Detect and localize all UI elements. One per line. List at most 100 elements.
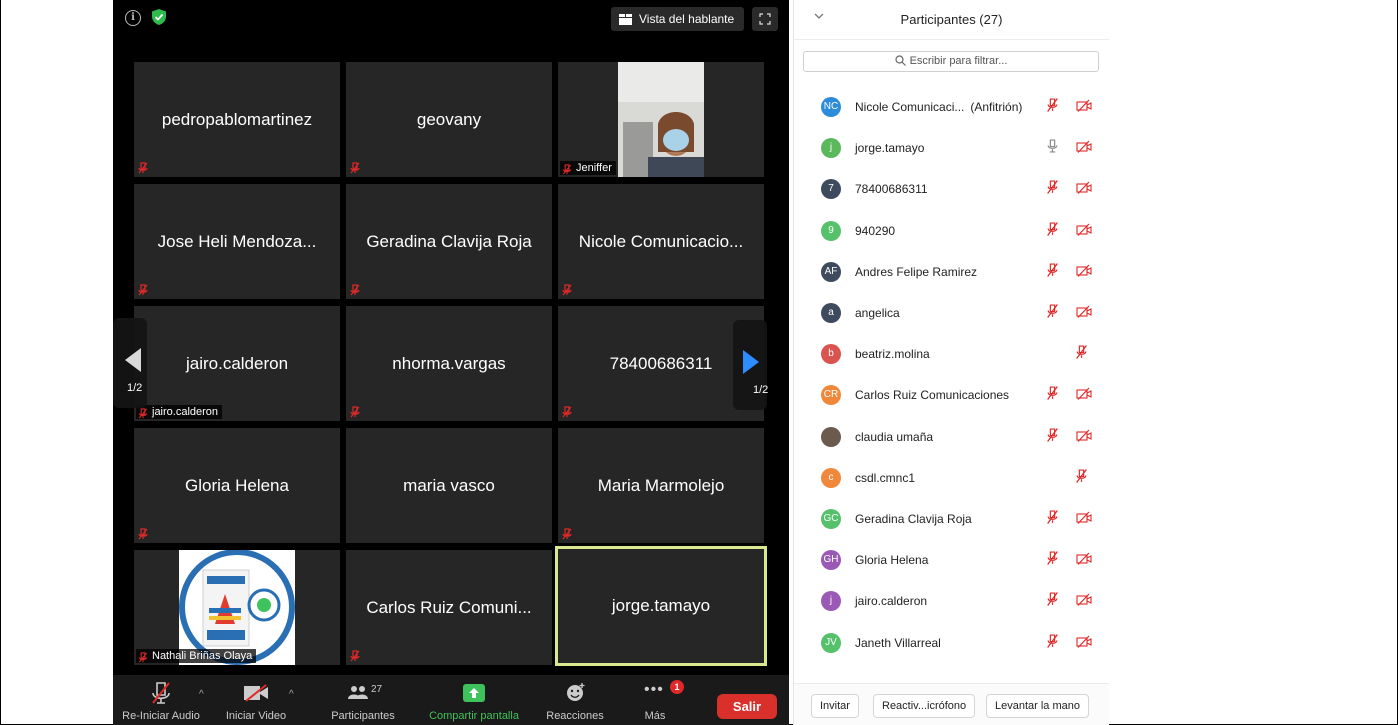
tile-label: Jeniffer <box>560 161 616 175</box>
video-tile-logo[interactable]: Nathali Briñas Olaya <box>134 550 340 665</box>
muted-mic-icon[interactable] <box>1047 304 1058 318</box>
avatar: 9 <box>821 220 841 241</box>
video-off-icon[interactable] <box>1076 181 1092 195</box>
muted-mic-icon[interactable] <box>1047 510 1058 524</box>
muted-mic-icon[interactable] <box>1047 386 1058 401</box>
participant-row[interactable]: a angelica <box>794 294 1109 335</box>
tile-name: geovany <box>416 109 482 129</box>
fullscreen-icon <box>759 13 771 25</box>
video-off-icon <box>244 684 268 702</box>
muted-mic-icon[interactable] <box>1047 551 1058 566</box>
participant-row[interactable]: claudia umaña <box>794 418 1109 459</box>
video-tile[interactable]: Geradina Clavija Roja <box>346 184 552 299</box>
participants-header: Participantes (27) <box>794 0 1109 40</box>
participant-row[interactable]: j jairo.calderon <box>794 582 1109 623</box>
previous-page-button[interactable]: 1/2 <box>113 318 147 408</box>
raise-hand-button[interactable]: Levantar la mano <box>986 694 1089 718</box>
participant-row[interactable]: NC Nicole Comunicaci... (Anfitrión) <box>794 88 1109 129</box>
video-off-icon[interactable] <box>1076 593 1092 607</box>
muted-mic-icon <box>138 284 148 296</box>
muted-mic-icon[interactable] <box>1076 468 1087 483</box>
video-off-icon[interactable] <box>1076 387 1092 401</box>
tile-label: Nathali Briñas Olaya <box>136 649 257 663</box>
speaker-view-button[interactable]: Vista del hablante <box>611 7 745 31</box>
video-off-icon[interactable] <box>1076 99 1092 113</box>
participant-row[interactable]: GC Geradina Clavija Roja <box>794 500 1109 541</box>
video-tile[interactable]: Jose Heli Mendoza... <box>134 184 340 299</box>
video-tile-camera[interactable]: Jeniffer <box>558 62 764 177</box>
video-off-icon[interactable] <box>1076 635 1092 649</box>
video-tile[interactable]: nhorma.vargas <box>346 306 552 421</box>
video-tile[interactable]: Carlos Ruiz Comuni... <box>346 550 552 665</box>
muted-mic-icon[interactable] <box>1047 262 1058 277</box>
participant-row[interactable]: JV Janeth Villarreal <box>794 624 1109 665</box>
avatar: b <box>821 344 841 365</box>
muted-mic-icon <box>138 408 148 419</box>
page-indicator-left: 1/2 <box>127 382 143 394</box>
invite-button[interactable]: Invitar <box>811 694 859 718</box>
video-tile[interactable]: Gloria Helena <box>134 428 340 543</box>
reactivate-microphone-button[interactable]: Reactiv...icrófono <box>873 694 976 718</box>
video-button[interactable]: ^ Iniciar Video <box>221 675 294 725</box>
muted-mic-icon[interactable] <box>1047 633 1058 648</box>
participants-button[interactable]: 27 Participantes <box>316 675 410 725</box>
muted-mic-icon[interactable] <box>1047 221 1058 236</box>
audio-label: Re-Iniciar Audio <box>122 710 200 722</box>
participant-name: claudia umaña <box>855 430 933 444</box>
video-off-icon[interactable] <box>1076 140 1092 154</box>
tile-label-text: jairo.calderon <box>152 406 219 418</box>
video-off-icon[interactable] <box>1076 264 1092 278</box>
video-tile[interactable]: Nicole Comunicacio... <box>558 184 764 299</box>
avatar: GC <box>821 509 841 529</box>
participant-row[interactable]: CR Carlos Ruiz Comunicaciones <box>794 376 1109 417</box>
fullscreen-button[interactable] <box>752 7 778 31</box>
video-tile[interactable]: Maria Marmolejo <box>558 428 764 543</box>
muted-mic-icon[interactable] <box>1047 592 1058 607</box>
participant-row[interactable]: 7 78400686311 <box>794 170 1109 211</box>
chevron-up-icon[interactable]: ^ <box>199 689 204 700</box>
chevron-up-icon[interactable]: ^ <box>289 689 294 700</box>
participant-name: Nicole Comunicaci... (Anfitrión) <box>855 100 1022 114</box>
audio-button[interactable]: ^ Re-Iniciar Audio <box>113 675 209 725</box>
participant-row[interactable]: AF Andres Felipe Ramirez <box>794 253 1109 294</box>
arrow-left-icon <box>125 348 141 372</box>
participant-name: Carlos Ruiz Comunicaciones <box>855 388 1009 402</box>
leave-button[interactable]: Salir <box>717 694 777 719</box>
grid-view-icon <box>619 13 632 25</box>
muted-mic-icon[interactable] <box>1047 180 1058 195</box>
page-indicator-right: 1/2 <box>753 384 769 396</box>
muted-mic-icon[interactable] <box>1047 98 1058 112</box>
reactions-button[interactable]: Reacciones <box>538 675 612 725</box>
muted-mic-icon[interactable] <box>1076 345 1087 360</box>
participant-row[interactable]: 9 940290 <box>794 212 1109 253</box>
video-off-icon[interactable] <box>1076 429 1092 443</box>
participant-name: 78400686311 <box>855 182 928 196</box>
participant-filter-input[interactable]: Escribir para filtrar... <box>803 51 1099 72</box>
video-tile[interactable]: pedropablomartinez <box>134 62 340 177</box>
video-tile-active-speaker[interactable]: jorge.tamayo <box>555 546 767 666</box>
video-off-icon[interactable] <box>1076 223 1092 237</box>
tile-label-text: Jeniffer <box>576 162 612 174</box>
participant-row[interactable]: j jorge.tamayo <box>794 129 1109 170</box>
participant-row[interactable]: GH Gloria Helena <box>794 541 1109 582</box>
participant-row[interactable]: b beatriz.molina <box>794 335 1109 376</box>
video-off-icon[interactable] <box>1076 305 1092 319</box>
participant-row[interactable]: c csdl.cmnc1 <box>794 459 1109 500</box>
participant-video-feed <box>618 62 704 177</box>
video-off-icon[interactable] <box>1076 552 1092 566</box>
video-tile[interactable]: maria vasco <box>346 428 552 543</box>
shield-icon[interactable] <box>151 8 167 26</box>
video-tile[interactable]: geovany <box>346 62 552 177</box>
next-page-button[interactable]: 1/2 <box>733 320 769 410</box>
tile-name: nhorma.vargas <box>392 353 506 373</box>
more-button[interactable]: ••• 1 Más <box>628 675 684 725</box>
participant-name: jairo.calderon <box>855 594 927 608</box>
share-screen-button[interactable]: Compartir pantalla <box>419 675 529 725</box>
participant-name: Andres Felipe Ramirez <box>855 265 977 279</box>
info-icon[interactable]: i <box>125 10 141 26</box>
microphone-icon[interactable] <box>1047 139 1058 153</box>
filter-placeholder: Escribir para filtrar... <box>909 55 1008 67</box>
muted-mic-icon[interactable] <box>1047 427 1058 442</box>
video-tile[interactable]: jairo.calderon jairo.calderon <box>134 306 340 421</box>
video-off-icon[interactable] <box>1076 511 1092 525</box>
